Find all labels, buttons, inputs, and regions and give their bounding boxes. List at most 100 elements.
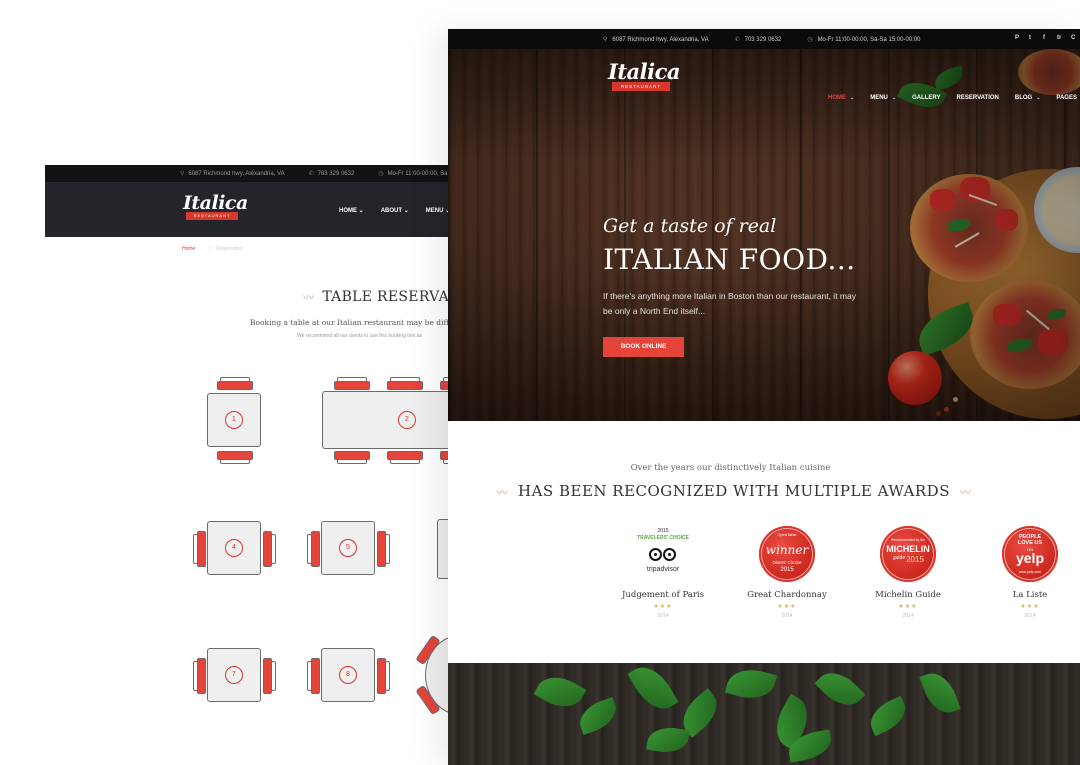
table-1[interactable]: 1 (207, 393, 261, 447)
social-more-icon[interactable]: C (1071, 35, 1076, 42)
social-links: P t f tr C (1015, 35, 1076, 42)
twitter-icon[interactable]: t (1029, 35, 1034, 42)
menu-item-home[interactable]: HOME ⌄ (339, 207, 364, 214)
site-logo[interactable]: Italica RESTAURANT (608, 59, 680, 91)
table-number: 4 (225, 539, 243, 557)
address-text: 6087 Richmond hwy, Alexandria, VA (188, 171, 285, 177)
chevron-down-icon: ⌄ (1036, 95, 1041, 101)
chair[interactable] (263, 658, 276, 694)
page-title: 〰 TABLE RESERVAT (303, 289, 458, 305)
awards-subtitle: Over the years our distinctively Italian… (630, 463, 831, 473)
badge-subtitle: Diners' Choice (772, 560, 802, 565)
badge-title: winner (765, 543, 809, 557)
tripadvisor-icon[interactable]: tr (1057, 35, 1062, 42)
award-year: 2014 (1024, 613, 1036, 619)
chevron-down-icon: ⌄ (403, 208, 409, 214)
site-logo[interactable]: Italica RESTAURANT (183, 192, 248, 220)
menu-label: HOME (828, 95, 846, 101)
page-title-text: TABLE RESERVAT (322, 289, 458, 305)
award-name: Judgement of Paris (622, 590, 704, 600)
menu-label: MENU (425, 208, 444, 214)
menu-item-pages[interactable]: PAGES (1056, 95, 1077, 101)
table-4[interactable]: 4 (207, 521, 261, 575)
breadcrumb: Home / Reservation (182, 246, 243, 252)
award-stars: ★★★ (898, 604, 918, 610)
table-8[interactable]: 8 (321, 648, 375, 702)
chair[interactable] (193, 658, 206, 694)
table-number: 2 (398, 411, 416, 429)
menu-item-gallery[interactable]: GALLERY (912, 95, 940, 101)
facebook-icon[interactable]: f (1043, 35, 1048, 42)
salad-greens-banner-image (448, 663, 1080, 765)
badge-year: 2015 (780, 567, 794, 573)
logo-text: Italica (608, 59, 680, 84)
chair[interactable] (387, 377, 423, 390)
logo-text: Italica (183, 192, 248, 214)
hours-info: ◷ Mo-Fr 11:00-00:00, Sa (378, 170, 447, 177)
chair[interactable] (377, 531, 390, 567)
menu-item-menu[interactable]: MENU ⌄ (426, 207, 450, 214)
reservation-topbar: ⚲ 6087 Richmond hwy, Alexandria, VA ✆ 703 … (45, 165, 465, 182)
award-name: La Liste (1012, 590, 1048, 600)
ornament-icon: 〰 (303, 291, 315, 304)
table-7[interactable]: 7 (207, 648, 261, 702)
chair[interactable] (217, 377, 253, 390)
ornament-icon: 〰 (496, 486, 509, 499)
menu-label: ABOUT (380, 208, 403, 214)
table-2[interactable]: 2 (322, 391, 465, 449)
award-stars: ★★★ (777, 604, 797, 610)
chair[interactable] (217, 451, 253, 464)
award-name: Great Chardonnay (747, 590, 827, 600)
chair[interactable] (334, 451, 370, 464)
menu-label: PAGES (1056, 95, 1077, 101)
reservation-page-preview: ⚲ 6087 Richmond hwy, Alexandria, VA ✆ 703 … (45, 165, 465, 765)
clock-icon: ◷ (378, 171, 384, 177)
menu-item-blog[interactable]: BLOG ⌄ (1015, 95, 1041, 101)
phone-icon: ✆ (308, 171, 314, 177)
award-item: Recommended by the MICHELIN guide 2015 M… (848, 526, 968, 619)
chair[interactable] (377, 658, 390, 694)
table-number: 5 (339, 539, 357, 557)
chair[interactable] (307, 658, 320, 694)
reservation-navbar: Italica RESTAURANT HOME ⌄ ABOUT ⌄ MENU ⌄ (45, 182, 465, 237)
badge-title: yelp (1015, 550, 1044, 566)
breadcrumb-home[interactable]: Home (182, 246, 195, 252)
phone-text: 703 329 0632 (317, 171, 355, 177)
award-name: Michelin Guide (875, 590, 941, 600)
home-page-preview: ⚲ 6087 Richmond hwy, Alexandria, VA ✆ 703 … (448, 29, 1080, 765)
tripadvisor-badge-icon: 2015 TRAVELERS' CHOICE tripadvisor (635, 526, 691, 582)
award-item: PEOPLE LOVE US ON yelp www.yelp.com La L… (970, 526, 1080, 619)
chair[interactable] (334, 377, 370, 390)
owl-eyes-icon (649, 548, 677, 561)
hero-title: ITALIAN FOOD... (603, 243, 856, 276)
chair[interactable] (307, 531, 320, 567)
table-number: 8 (339, 666, 357, 684)
ornament-icon: 〰 (959, 486, 972, 499)
award-year: 2014 (781, 613, 793, 619)
book-online-button[interactable]: BOOK ONLINE (603, 337, 684, 357)
award-stars: ★★★ (653, 604, 673, 610)
hours-text: Mo-Fr 11:00-00:00, Sa-Sa 15:00-00:00 (817, 36, 921, 43)
menu-item-reservation[interactable]: RESERVATION (957, 95, 999, 101)
menu-item-home[interactable]: HOME ⌄ (828, 95, 854, 101)
menu-label: MENU (870, 95, 888, 101)
menu-item-about[interactable]: ABOUT ⌄ (381, 207, 409, 214)
hours-text: Mo-Fr 11:00-00:00, Sa (387, 171, 448, 177)
menu-label: HOME (339, 208, 357, 214)
address-info: ⚲ 6087 Richmond hwy, Alexandria, VA (603, 36, 709, 43)
michelin-badge-icon: Recommended by the MICHELIN guide 2015 (880, 526, 936, 582)
pinterest-icon[interactable]: P (1015, 35, 1020, 42)
badge-brand: tripadvisor (646, 566, 680, 573)
chevron-down-icon: ⌄ (891, 95, 897, 101)
award-stars: ★★★ (1020, 604, 1040, 610)
table-5[interactable]: 5 (321, 521, 375, 575)
menu-label: BLOG (1014, 95, 1033, 101)
chair[interactable] (193, 531, 206, 567)
awards-section: Over the years our distinctively Italian… (448, 421, 1080, 663)
menu-item-menu[interactable]: MENU ⌄ (870, 95, 896, 101)
chair[interactable] (387, 451, 423, 464)
home-topbar: ⚲ 6087 Richmond hwy, Alexandria, VA ✆ 703 … (448, 29, 1080, 49)
phone-info: ✆ 703 329 0632 (735, 36, 782, 43)
chair[interactable] (263, 531, 276, 567)
award-year: 2014 (902, 613, 914, 619)
